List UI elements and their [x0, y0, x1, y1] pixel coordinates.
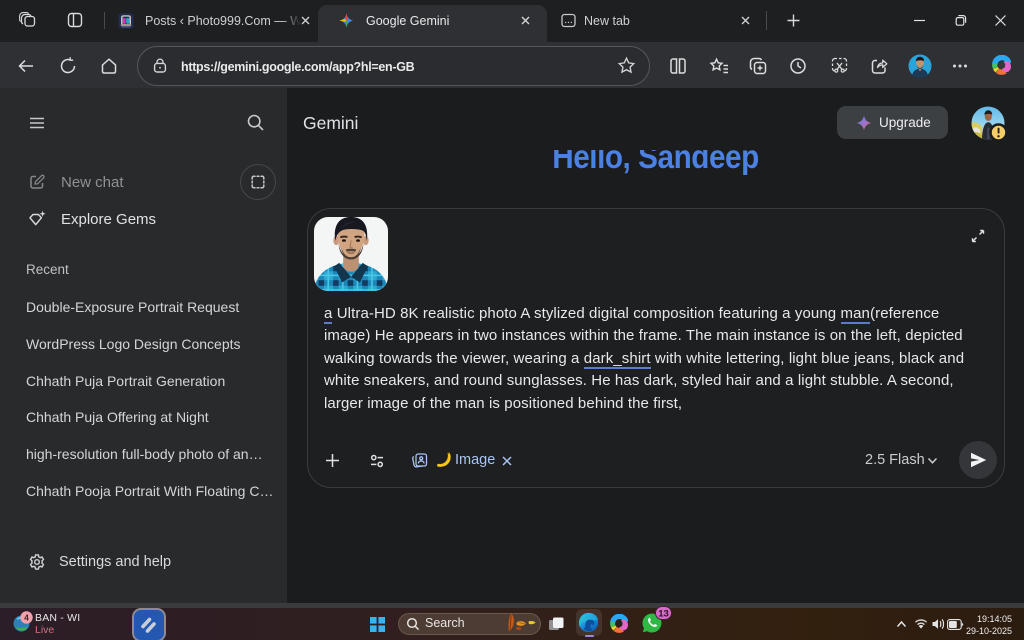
- svg-text:4: 4: [24, 612, 29, 622]
- svg-text:13: 13: [658, 608, 669, 619]
